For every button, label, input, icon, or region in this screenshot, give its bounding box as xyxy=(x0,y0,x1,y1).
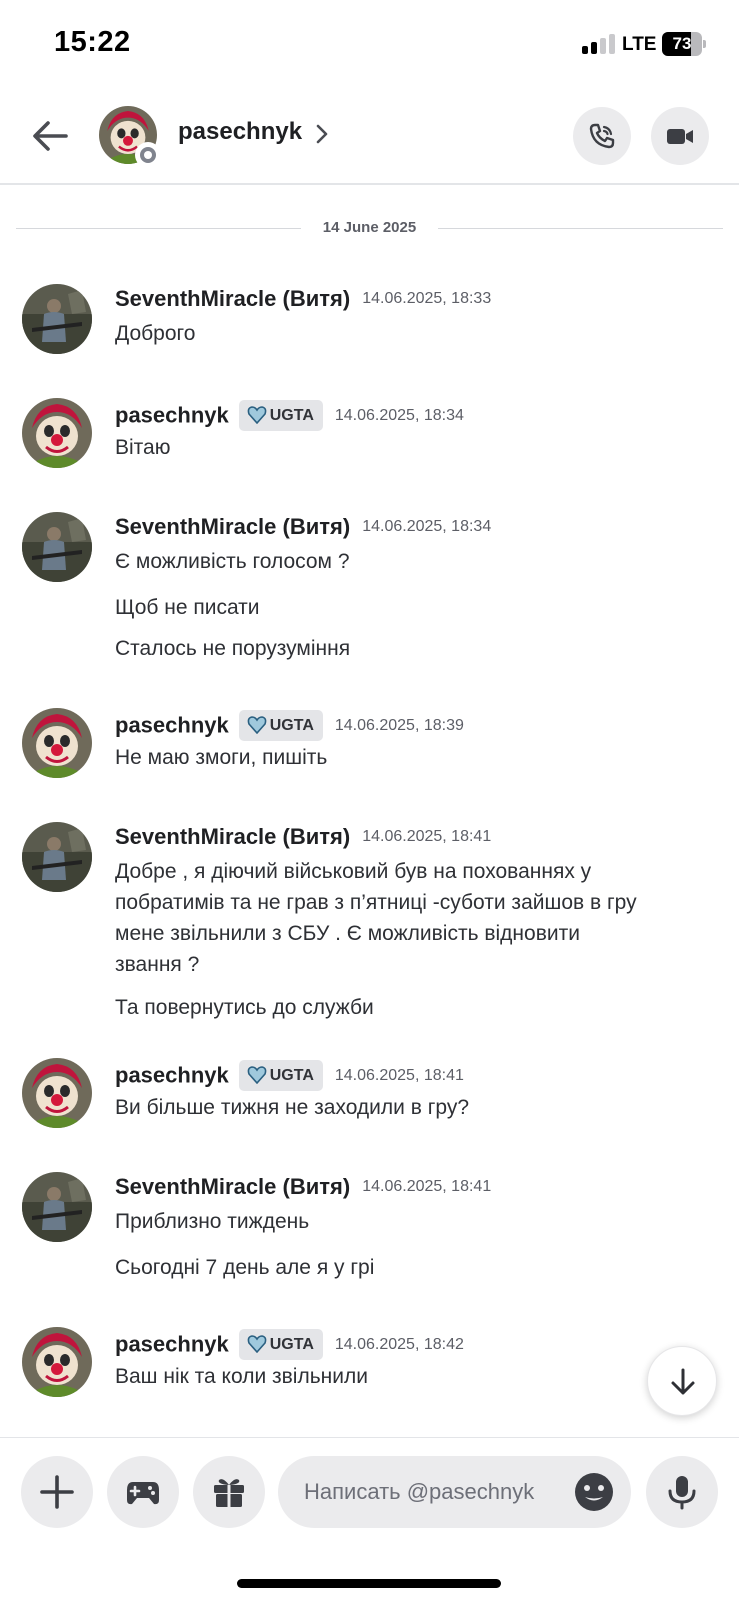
message-input-container[interactable] xyxy=(278,1456,631,1528)
message-text: Не маю змоги, пишіть xyxy=(115,746,328,769)
message-author[interactable]: SeventhMiracle (Витя) xyxy=(115,514,350,539)
message-text: мене звільнили з СБУ . Є можливість відн… xyxy=(115,922,580,945)
add-attachment-button[interactable] xyxy=(21,1456,93,1528)
voice-call-button[interactable] xyxy=(573,107,631,165)
soldier-avatar-image[interactable] xyxy=(22,1172,92,1242)
emoji-button[interactable] xyxy=(574,1472,614,1512)
message-author[interactable]: pasechnyk xyxy=(115,403,229,428)
message-text: Ви більше тижня не заходили в гру? xyxy=(115,1096,469,1119)
jump-to-latest-button[interactable] xyxy=(647,1346,717,1416)
message-text: Щоб не писати xyxy=(115,596,260,619)
server-tag-badge[interactable]: UGTA xyxy=(238,1329,323,1360)
soldier-avatar-image[interactable] xyxy=(22,822,92,892)
video-call-button[interactable] xyxy=(651,107,709,165)
chevron-right-icon[interactable] xyxy=(314,122,330,146)
message-text: Сьогодні 7 день але я у грі xyxy=(115,1256,375,1279)
contact-avatar[interactable] xyxy=(99,106,161,168)
network-label: LTE xyxy=(622,34,657,55)
message-list[interactable]: 14 June 2025 SeventhMiracle (Витя) 14.06.… xyxy=(0,187,739,1437)
message-composer xyxy=(0,1437,739,1547)
message-text: звання ? xyxy=(115,953,200,976)
message-timestamp: 14.06.2025, 18:41 xyxy=(334,1066,464,1084)
gamepad-icon xyxy=(127,1482,159,1505)
battery-icon: 73 xyxy=(662,32,706,56)
message-text: Ваш нік та коли звільнили xyxy=(115,1365,368,1388)
clown-avatar-image[interactable] xyxy=(22,398,92,468)
message-text: Доброго xyxy=(115,322,196,345)
message-input[interactable] xyxy=(304,1456,554,1528)
back-button[interactable] xyxy=(28,114,72,158)
clown-avatar-image[interactable] xyxy=(22,1327,92,1397)
soldier-avatar-image[interactable] xyxy=(22,284,92,354)
plus-icon xyxy=(40,1475,74,1509)
soldier-avatar-image[interactable] xyxy=(22,512,92,582)
server-tag-label: UGTA xyxy=(269,407,314,424)
message-author[interactable]: pasechnyk xyxy=(115,1332,229,1357)
arrow-left-icon xyxy=(33,121,68,151)
status-bar: 15:22 LTE 73 xyxy=(0,0,739,90)
chat-header: pasechnyk xyxy=(0,90,739,185)
microphone-icon xyxy=(668,1476,696,1510)
offline-status-icon xyxy=(135,142,161,168)
message-timestamp: 14.06.2025, 18:39 xyxy=(334,716,464,734)
video-camera-icon xyxy=(667,129,693,144)
clown-avatar-image[interactable] xyxy=(22,708,92,778)
server-tag-badge[interactable]: UGTA xyxy=(238,1060,323,1091)
date-divider: 14 June 2025 xyxy=(16,217,723,241)
server-tag-badge[interactable]: UGTA xyxy=(238,710,323,741)
contact-name[interactable]: pasechnyk xyxy=(178,118,302,146)
heart-icon xyxy=(247,716,267,735)
battery-percent: 73 xyxy=(672,34,692,53)
home-indicator[interactable] xyxy=(237,1579,501,1588)
server-tag-label: UGTA xyxy=(269,717,314,734)
message-text: Сталось не порузуміння xyxy=(115,637,351,660)
activities-button[interactable] xyxy=(107,1456,179,1528)
message-text: Добре , я діючий військовий був на похов… xyxy=(115,860,592,883)
message-timestamp: 14.06.2025, 18:33 xyxy=(362,290,492,307)
gift-button[interactable] xyxy=(193,1456,265,1528)
message-author[interactable]: pasechnyk xyxy=(115,713,229,738)
message-timestamp: 14.06.2025, 18:41 xyxy=(362,1178,492,1195)
smiley-icon xyxy=(575,1473,613,1511)
clown-avatar-image[interactable] xyxy=(22,1058,92,1128)
heart-icon xyxy=(247,1066,267,1085)
message-text: побратимів та не грав з п’ятниці -суботи… xyxy=(115,891,637,914)
arrow-down-icon xyxy=(671,1368,695,1395)
gift-icon xyxy=(214,1479,244,1507)
message-timestamp: 14.06.2025, 18:34 xyxy=(334,406,464,424)
date-divider-label: 14 June 2025 xyxy=(306,219,433,236)
heart-icon xyxy=(247,1335,267,1354)
message-text: Приблизно тиждень xyxy=(115,1210,310,1233)
voice-message-button[interactable] xyxy=(646,1456,718,1528)
signal-icon xyxy=(582,34,618,54)
heart-icon xyxy=(247,406,267,425)
clock: 15:22 xyxy=(54,26,131,58)
message-timestamp: 14.06.2025, 18:34 xyxy=(362,518,492,535)
server-tag-badge[interactable]: UGTA xyxy=(238,400,323,431)
message-timestamp: 14.06.2025, 18:41 xyxy=(362,828,492,845)
message-author[interactable]: SeventhMiracle (Витя) xyxy=(115,1174,350,1199)
message-text: Вітаю xyxy=(115,436,171,459)
message-author[interactable]: SeventhMiracle (Витя) xyxy=(115,286,350,311)
phone-icon xyxy=(589,123,615,149)
message-author[interactable]: pasechnyk xyxy=(115,1063,229,1088)
message-text: Є можливість голосом ? xyxy=(115,550,350,573)
server-tag-label: UGTA xyxy=(269,1067,314,1084)
message-text: Та повернутись до служби xyxy=(115,996,374,1019)
message-timestamp: 14.06.2025, 18:42 xyxy=(334,1335,464,1353)
message-author[interactable]: SeventhMiracle (Витя) xyxy=(115,824,350,849)
server-tag-label: UGTA xyxy=(269,1336,314,1353)
